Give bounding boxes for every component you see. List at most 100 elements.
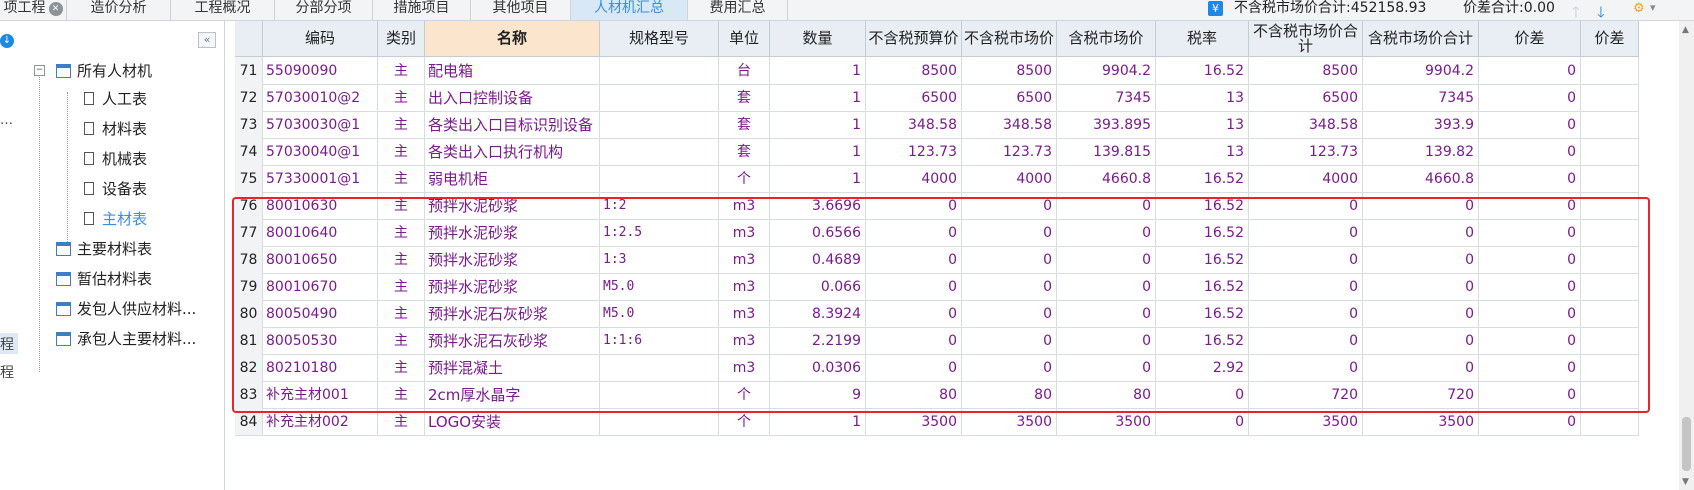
cell-unit[interactable]: m3	[719, 246, 770, 274]
cell-tax-market-total[interactable]: 139.82	[1363, 138, 1479, 166]
cell-tax-market-total[interactable]: 0	[1363, 327, 1479, 355]
cell-quantity[interactable]: 1	[770, 84, 866, 112]
cell-unit[interactable]: m3	[719, 192, 770, 220]
table-row[interactable]: 81 80050530 主预拌水泥石灰砂浆 1:1:6 m3 2.2199 0 0 0 16.52…	[235, 327, 1679, 355]
cell-category[interactable]: 主	[378, 219, 425, 247]
cell-quantity[interactable]: 1	[770, 111, 866, 139]
tree-item-labor[interactable]: 人工表	[84, 87, 147, 111]
cell-price-diff-extra[interactable]	[1581, 300, 1639, 328]
cell-tax-rate[interactable]: 16.52	[1156, 300, 1249, 328]
cell-unit[interactable]: 套	[719, 111, 770, 139]
cell-price-diff[interactable]: 0	[1479, 192, 1581, 220]
cell-code[interactable]: 57330001@1	[263, 165, 378, 193]
col-header-price-diff[interactable]: 价差	[1479, 21, 1581, 57]
table-row[interactable]: 80 80050490 主预拌水泥石灰砂浆 M5.0 m3 8.3924 0 0 0 16.52 0…	[235, 300, 1679, 328]
cell-unit[interactable]: 个	[719, 165, 770, 193]
cell-market-price[interactable]: 4000	[962, 165, 1057, 193]
cell-quantity[interactable]: 3.6696	[770, 192, 866, 220]
col-header-category[interactable]: 类别	[378, 21, 425, 57]
cell-tax-rate[interactable]: 13	[1156, 84, 1249, 112]
cell-market-total[interactable]: 0	[1249, 219, 1363, 247]
cell-price-diff-extra[interactable]	[1581, 354, 1639, 382]
cell-tax-market-total[interactable]: 0	[1363, 273, 1479, 301]
tree-item-all[interactable]: 所有人材机	[56, 59, 152, 83]
scroll-up-icon[interactable]: ▲	[1682, 25, 1689, 35]
cell-market-total[interactable]: 0	[1249, 273, 1363, 301]
cell-price-diff-extra[interactable]	[1581, 138, 1639, 166]
cell-tax-market-price[interactable]: 3500	[1057, 408, 1156, 436]
cell-price-diff-extra[interactable]	[1581, 57, 1639, 85]
cell-market-total[interactable]: 0	[1249, 246, 1363, 274]
cell-quantity[interactable]: 0.0306	[770, 354, 866, 382]
cell-code[interactable]: 80010640	[263, 219, 378, 247]
cell-name[interactable]: LOGO安装	[425, 408, 600, 436]
tree-item-contractor-main[interactable]: 承包人主要材料...	[56, 327, 196, 351]
cell-unit[interactable]: 套	[719, 84, 770, 112]
cell-market-price[interactable]: 0	[962, 219, 1057, 247]
cell-category[interactable]: 主	[378, 246, 425, 274]
table-row[interactable]: 74 57030040@1 主各类出入口执行机构套 1 123.73 123.73 139.…	[235, 138, 1679, 166]
col-header-quantity[interactable]: 数量	[770, 21, 866, 57]
cell-category[interactable]: 主	[378, 84, 425, 112]
cell-code[interactable]: 80010630	[263, 192, 378, 220]
cell-price-diff[interactable]: 0	[1479, 327, 1581, 355]
chevron-down-icon[interactable]: ▾	[1650, 1, 1656, 14]
cell-price-diff[interactable]: 0	[1479, 408, 1581, 436]
cell-code[interactable]: 80010650	[263, 246, 378, 274]
cell-spec[interactable]: M5.0	[600, 300, 719, 328]
cell-price-diff-extra[interactable]	[1581, 192, 1639, 220]
cell-code[interactable]: 80010670	[263, 273, 378, 301]
col-header-market-price[interactable]: 不含税市场价	[962, 21, 1057, 57]
cell-code[interactable]: 补充主材002	[263, 408, 378, 436]
cell-category[interactable]: 主	[378, 273, 425, 301]
cell-tax-market-total[interactable]: 0	[1363, 219, 1479, 247]
cell-tax-rate[interactable]: 16.52	[1156, 219, 1249, 247]
cell-tax-rate[interactable]: 13	[1156, 138, 1249, 166]
cell-market-total[interactable]: 8500	[1249, 57, 1363, 85]
cell-unit[interactable]: 套	[719, 138, 770, 166]
cell-name[interactable]: 预拌水泥砂浆	[425, 246, 600, 274]
cell-spec[interactable]	[600, 111, 719, 139]
cell-market-total[interactable]: 0	[1249, 192, 1363, 220]
tree-item-material[interactable]: 材料表	[84, 117, 147, 141]
table-row[interactable]: 83 补充主材001 主 2cm厚水晶字个 9 80 80 80 0 720 720 0	[235, 381, 1679, 409]
cell-category[interactable]: 主	[378, 300, 425, 328]
cell-spec[interactable]	[600, 381, 719, 409]
cell-unit[interactable]: m3	[719, 273, 770, 301]
left-strip-item[interactable]: 程	[0, 334, 14, 354]
cell-market-price[interactable]: 0	[962, 192, 1057, 220]
cell-budget-price[interactable]: 123.73	[866, 138, 962, 166]
cell-budget-price[interactable]: 3500	[866, 408, 962, 436]
cell-name[interactable]: 预拌水泥石灰砂浆	[425, 327, 600, 355]
cell-tax-market-price[interactable]: 393.895	[1057, 111, 1156, 139]
cell-unit[interactable]: m3	[719, 300, 770, 328]
cell-price-diff-extra[interactable]	[1581, 165, 1639, 193]
cell-market-price[interactable]: 0	[962, 246, 1057, 274]
col-header-unit[interactable]: 单位	[719, 21, 770, 57]
cell-market-total[interactable]: 0	[1249, 354, 1363, 382]
cell-code[interactable]: 55090090	[263, 57, 378, 85]
cell-category[interactable]: 主	[378, 327, 425, 355]
cell-price-diff[interactable]: 0	[1479, 219, 1581, 247]
cell-budget-price[interactable]: 0	[866, 300, 962, 328]
cell-price-diff[interactable]: 0	[1479, 165, 1581, 193]
cell-price-diff-extra[interactable]	[1581, 408, 1639, 436]
cell-spec[interactable]: 1:2.5	[600, 219, 719, 247]
cell-spec[interactable]	[600, 408, 719, 436]
cell-name[interactable]: 各类出入口执行机构	[425, 138, 600, 166]
cell-unit[interactable]: m3	[719, 354, 770, 382]
download-icon[interactable]: ↓	[0, 34, 14, 48]
cell-quantity[interactable]: 0.6566	[770, 219, 866, 247]
cell-price-diff-extra[interactable]	[1581, 84, 1639, 112]
tab-measures[interactable]: 措施项目	[373, 0, 471, 20]
cell-name[interactable]: 预拌水泥砂浆	[425, 273, 600, 301]
cell-quantity[interactable]: 1	[770, 138, 866, 166]
cell-market-total[interactable]: 720	[1249, 381, 1363, 409]
tree-item-machine[interactable]: 机械表	[84, 147, 147, 171]
cell-tax-market-total[interactable]: 0	[1363, 300, 1479, 328]
cell-category[interactable]: 主	[378, 354, 425, 382]
cell-price-diff-extra[interactable]	[1581, 219, 1639, 247]
table-row[interactable]: 79 80010670 主预拌水泥砂浆 M5.0 m3 0.066 0 0 0 16.52 0 0 0	[235, 273, 1679, 301]
table-row[interactable]: 78 80010650 主预拌水泥砂浆 1:3 m3 0.4689 0 0 0 16.52 0 0 0	[235, 246, 1679, 274]
cell-tax-market-total[interactable]: 9904.2	[1363, 57, 1479, 85]
